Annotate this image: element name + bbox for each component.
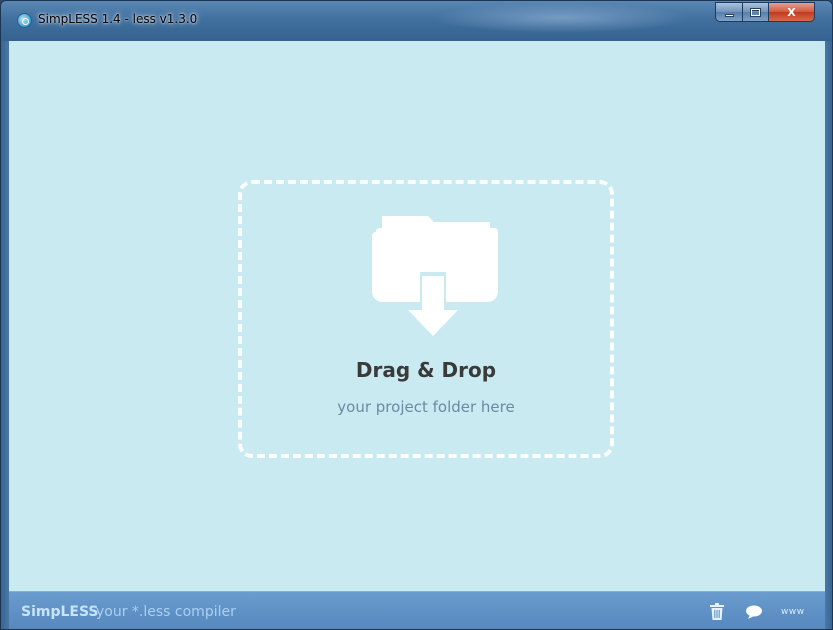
close-button[interactable]: X <box>768 2 815 22</box>
brand-tagline: your *.less compiler <box>96 604 236 620</box>
window-right-border <box>825 41 832 629</box>
maximize-button[interactable] <box>742 2 768 22</box>
brand-name: SimpLESS <box>21 604 99 620</box>
drop-zone-title: Drag & Drop <box>355 358 497 382</box>
drop-area-background[interactable]: Drag & Drop your project folder here <box>9 41 825 591</box>
app-logo-icon[interactable] <box>17 13 32 28</box>
close-icon: X <box>787 5 796 19</box>
drop-zone-subtitle: your project folder here <box>337 398 515 416</box>
title-bar-glow <box>431 3 691 33</box>
window-left-border <box>1 41 9 629</box>
minimize-button[interactable] <box>715 2 742 22</box>
chat-icon[interactable] <box>745 604 763 620</box>
window-controls: X <box>715 2 815 22</box>
window-title: SimpLESS 1.4 - less v1.3.0 <box>38 12 198 26</box>
minimize-icon <box>724 13 734 17</box>
title-bar[interactable]: SimpLESS 1.4 - less v1.3.0 X <box>1 1 832 41</box>
trash-icon[interactable] <box>709 603 725 621</box>
website-link[interactable]: www <box>781 607 805 617</box>
folder-download-icon <box>372 216 498 336</box>
status-actions: www <box>709 602 805 622</box>
drop-zone[interactable]: Drag & Drop your project folder here <box>238 180 614 458</box>
status-bar: SimpLESS your *.less compiler www <box>9 591 825 629</box>
app-window: SimpLESS 1.4 - less v1.3.0 X Drag & Drop… <box>0 0 833 630</box>
maximize-icon <box>750 7 761 17</box>
